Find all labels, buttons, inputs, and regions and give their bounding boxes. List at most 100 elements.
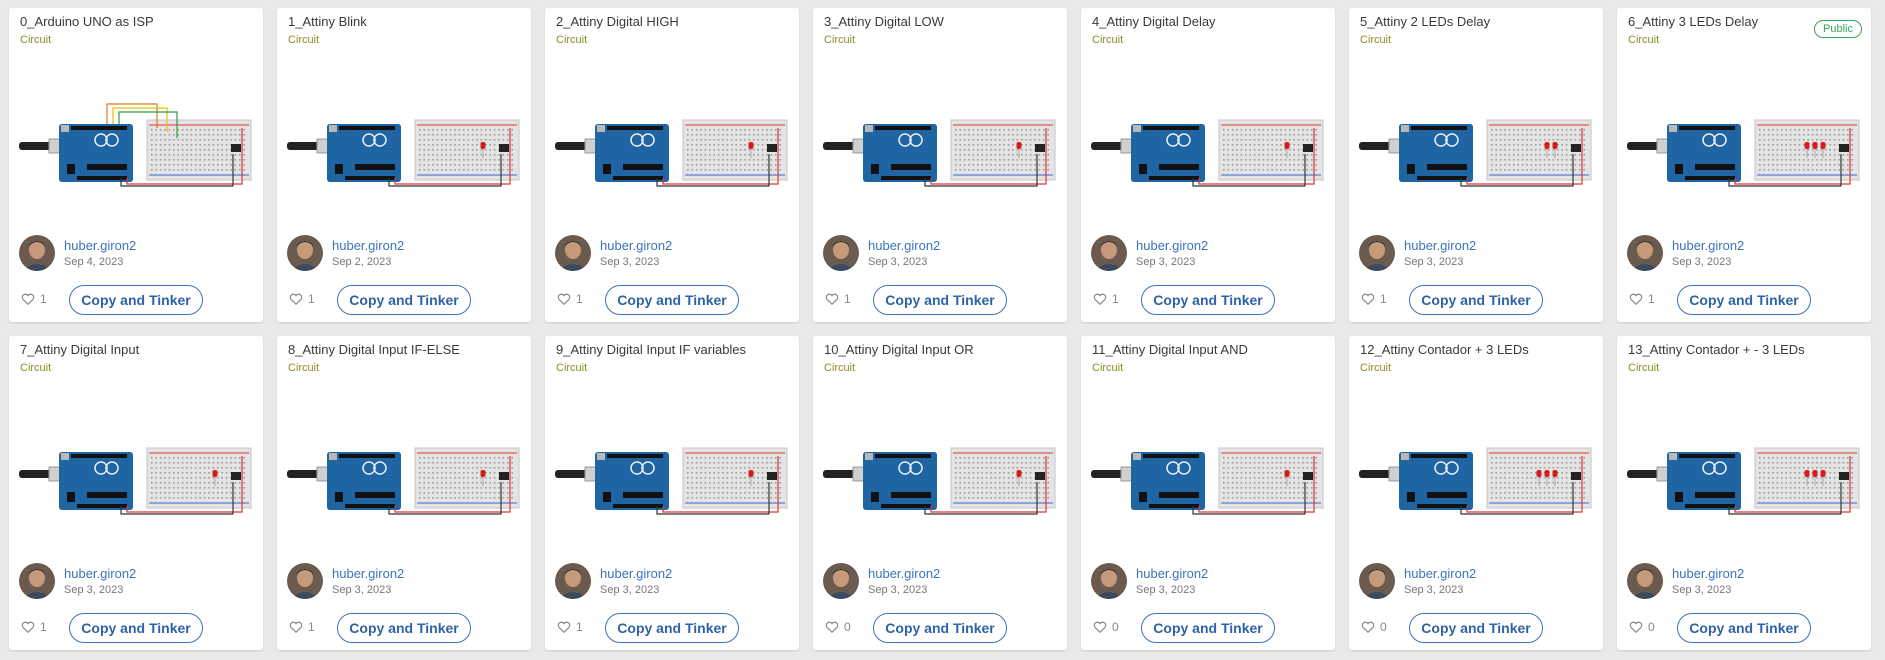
card-title[interactable]: 9_Attiny Digital Input IF variables bbox=[556, 342, 746, 357]
circuit-thumbnail[interactable] bbox=[17, 98, 255, 188]
avatar[interactable] bbox=[19, 235, 55, 271]
copy-and-tinker-button[interactable]: Copy and Tinker bbox=[873, 613, 1007, 643]
circuit-card[interactable]: 2_Attiny Digital HIGH Circuit huber.giro… bbox=[545, 8, 799, 322]
avatar[interactable] bbox=[1091, 563, 1127, 599]
like-button[interactable]: 1 bbox=[289, 292, 315, 306]
circuit-thumbnail[interactable] bbox=[1089, 426, 1327, 516]
like-button[interactable]: 1 bbox=[289, 620, 315, 634]
copy-and-tinker-button[interactable]: Copy and Tinker bbox=[69, 285, 203, 315]
like-button[interactable]: 1 bbox=[1361, 292, 1387, 306]
heart-icon bbox=[825, 620, 839, 634]
like-button[interactable]: 0 bbox=[1361, 620, 1387, 634]
circuit-card[interactable]: 8_Attiny Digital Input IF-ELSE Circuit h… bbox=[277, 336, 531, 650]
avatar[interactable] bbox=[555, 563, 591, 599]
circuit-thumbnail[interactable] bbox=[285, 426, 523, 516]
circuit-card[interactable]: 13_Attiny Contador + - 3 LEDs Circuit hu… bbox=[1617, 336, 1871, 650]
copy-and-tinker-button[interactable]: Copy and Tinker bbox=[1677, 285, 1811, 315]
author-link[interactable]: huber.giron2 bbox=[600, 566, 672, 581]
avatar[interactable] bbox=[1627, 563, 1663, 599]
author-link[interactable]: huber.giron2 bbox=[64, 238, 136, 253]
author-link[interactable]: huber.giron2 bbox=[332, 238, 404, 253]
circuit-thumbnail[interactable] bbox=[17, 426, 255, 516]
avatar[interactable] bbox=[1359, 235, 1395, 271]
author-link[interactable]: huber.giron2 bbox=[1404, 238, 1476, 253]
like-button[interactable]: 1 bbox=[1629, 292, 1655, 306]
avatar[interactable] bbox=[823, 563, 859, 599]
circuit-card[interactable]: 12_Attiny Contador + 3 LEDs Circuit hube… bbox=[1349, 336, 1603, 650]
card-title[interactable]: 4_Attiny Digital Delay bbox=[1092, 14, 1216, 29]
circuit-card[interactable]: 4_Attiny Digital Delay Circuit huber.gir… bbox=[1081, 8, 1335, 322]
copy-and-tinker-button[interactable]: Copy and Tinker bbox=[69, 613, 203, 643]
card-title[interactable]: 11_Attiny Digital Input AND bbox=[1092, 342, 1248, 357]
avatar[interactable] bbox=[1091, 235, 1127, 271]
like-button[interactable]: 0 bbox=[825, 620, 851, 634]
circuit-thumbnail[interactable] bbox=[553, 98, 791, 188]
avatar[interactable] bbox=[287, 235, 323, 271]
author-link[interactable]: huber.giron2 bbox=[332, 566, 404, 581]
copy-and-tinker-button[interactable]: Copy and Tinker bbox=[605, 613, 739, 643]
author-link[interactable]: huber.giron2 bbox=[600, 238, 672, 253]
card-title[interactable]: 13_Attiny Contador + - 3 LEDs bbox=[1628, 342, 1805, 357]
card-title[interactable]: 7_Attiny Digital Input bbox=[20, 342, 139, 357]
circuit-drawing bbox=[287, 447, 520, 515]
like-button[interactable]: 1 bbox=[21, 292, 47, 306]
circuit-thumbnail[interactable] bbox=[285, 98, 523, 188]
circuit-card[interactable]: 11_Attiny Digital Input AND Circuit hube… bbox=[1081, 336, 1335, 650]
circuit-card[interactable]: 0_Arduino UNO as ISP Circuit huber.giron… bbox=[9, 8, 263, 322]
author-link[interactable]: huber.giron2 bbox=[868, 566, 940, 581]
circuit-thumbnail[interactable] bbox=[553, 426, 791, 516]
card-title[interactable]: 5_Attiny 2 LEDs Delay bbox=[1360, 14, 1490, 29]
author-link[interactable]: huber.giron2 bbox=[1136, 566, 1208, 581]
avatar[interactable] bbox=[1359, 563, 1395, 599]
circuit-card[interactable]: 7_Attiny Digital Input Circuit huber.gir… bbox=[9, 336, 263, 650]
like-button[interactable]: 1 bbox=[21, 620, 47, 634]
circuit-thumbnail[interactable] bbox=[821, 426, 1059, 516]
card-title[interactable]: 3_Attiny Digital LOW bbox=[824, 14, 944, 29]
circuit-card[interactable]: 6_Attiny 3 LEDs Delay Circuit Public hub… bbox=[1617, 8, 1871, 322]
circuit-thumbnail[interactable] bbox=[1625, 98, 1863, 188]
copy-and-tinker-button[interactable]: Copy and Tinker bbox=[1409, 613, 1543, 643]
card-title[interactable]: 10_Attiny Digital Input OR bbox=[824, 342, 974, 357]
like-button[interactable]: 0 bbox=[1093, 620, 1119, 634]
author-link[interactable]: huber.giron2 bbox=[868, 238, 940, 253]
copy-and-tinker-button[interactable]: Copy and Tinker bbox=[337, 613, 471, 643]
avatar[interactable] bbox=[287, 563, 323, 599]
circuit-thumbnail[interactable] bbox=[1089, 98, 1327, 188]
author-link[interactable]: huber.giron2 bbox=[64, 566, 136, 581]
copy-and-tinker-button[interactable]: Copy and Tinker bbox=[1141, 285, 1275, 315]
copy-and-tinker-button[interactable]: Copy and Tinker bbox=[1141, 613, 1275, 643]
like-button[interactable]: 1 bbox=[557, 620, 583, 634]
avatar[interactable] bbox=[19, 563, 55, 599]
card-title[interactable]: 2_Attiny Digital HIGH bbox=[556, 14, 679, 29]
copy-and-tinker-button[interactable]: Copy and Tinker bbox=[873, 285, 1007, 315]
author-link[interactable]: huber.giron2 bbox=[1672, 566, 1744, 581]
copy-and-tinker-button[interactable]: Copy and Tinker bbox=[605, 285, 739, 315]
avatar[interactable] bbox=[823, 235, 859, 271]
card-title[interactable]: 6_Attiny 3 LEDs Delay bbox=[1628, 14, 1758, 29]
copy-and-tinker-button[interactable]: Copy and Tinker bbox=[1409, 285, 1543, 315]
circuit-thumbnail[interactable] bbox=[1357, 426, 1595, 516]
card-title[interactable]: 0_Arduino UNO as ISP bbox=[20, 14, 154, 29]
circuit-thumbnail[interactable] bbox=[1625, 426, 1863, 516]
like-button[interactable]: 0 bbox=[1629, 620, 1655, 634]
circuit-card[interactable]: 9_Attiny Digital Input IF variables Circ… bbox=[545, 336, 799, 650]
author-link[interactable]: huber.giron2 bbox=[1136, 238, 1208, 253]
like-button[interactable]: 1 bbox=[825, 292, 851, 306]
card-title[interactable]: 8_Attiny Digital Input IF-ELSE bbox=[288, 342, 460, 357]
circuit-card[interactable]: 1_Attiny Blink Circuit huber.giron2 Sep … bbox=[277, 8, 531, 322]
circuit-thumbnail[interactable] bbox=[1357, 98, 1595, 188]
circuit-thumbnail[interactable] bbox=[821, 98, 1059, 188]
circuit-card[interactable]: 3_Attiny Digital LOW Circuit huber.giron… bbox=[813, 8, 1067, 322]
author-link[interactable]: huber.giron2 bbox=[1404, 566, 1476, 581]
card-title[interactable]: 1_Attiny Blink bbox=[288, 14, 367, 29]
like-button[interactable]: 1 bbox=[557, 292, 583, 306]
like-button[interactable]: 1 bbox=[1093, 292, 1119, 306]
circuit-card[interactable]: 5_Attiny 2 LEDs Delay Circuit huber.giro… bbox=[1349, 8, 1603, 322]
copy-and-tinker-button[interactable]: Copy and Tinker bbox=[337, 285, 471, 315]
copy-and-tinker-button[interactable]: Copy and Tinker bbox=[1677, 613, 1811, 643]
card-title[interactable]: 12_Attiny Contador + 3 LEDs bbox=[1360, 342, 1529, 357]
author-link[interactable]: huber.giron2 bbox=[1672, 238, 1744, 253]
avatar[interactable] bbox=[555, 235, 591, 271]
circuit-card[interactable]: 10_Attiny Digital Input OR Circuit huber… bbox=[813, 336, 1067, 650]
avatar[interactable] bbox=[1627, 235, 1663, 271]
